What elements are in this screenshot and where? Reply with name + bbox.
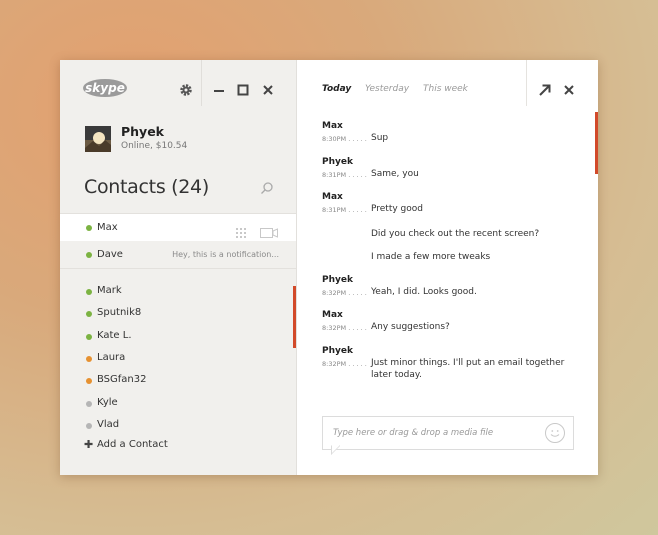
contact-item[interactable]: Mark	[60, 281, 296, 303]
contact-name: Kate L.	[97, 329, 132, 341]
minimize-icon[interactable]	[207, 78, 231, 102]
status-dot-online	[86, 252, 92, 258]
message-sender: Phyek	[322, 275, 353, 285]
message-text: later today.	[371, 370, 422, 380]
toolbar-divider	[201, 60, 202, 106]
skype-logo: skype	[82, 78, 128, 102]
avatar[interactable]	[85, 126, 111, 152]
contact-name: Mark	[97, 285, 122, 296]
contact-item[interactable]: BSGfan32	[60, 370, 296, 392]
contact-name: Kyle	[97, 396, 118, 408]
status-dot	[86, 333, 92, 340]
contacts-title: Contacts (24)	[84, 176, 209, 198]
contact-name: BSGfan32	[97, 374, 147, 386]
contact-item[interactable]: Sputnik8	[60, 303, 296, 325]
message-text: Same, you	[371, 169, 419, 179]
contact-name: Vlad	[97, 418, 120, 430]
message-timestamp: 8:30PM . . . . .	[322, 135, 367, 143]
message-timestamp: 8:31PM . . . . .	[322, 171, 367, 179]
message-timestamp: 8:32PM . . . . .	[322, 289, 367, 297]
video-call-icon[interactable]	[260, 223, 278, 242]
message-text: Sup	[371, 133, 389, 143]
message-sender: Phyek	[322, 157, 353, 167]
status-dot	[86, 289, 92, 295]
toolbar-divider	[526, 60, 527, 106]
message-input[interactable]: Type here or drag & drop a media file	[322, 416, 574, 450]
message-text: Did you check out the recent screen?	[371, 229, 540, 239]
status-dot	[86, 378, 92, 385]
status-dot	[86, 311, 92, 318]
status-dot-online	[86, 225, 92, 231]
search-icon[interactable]	[260, 180, 274, 199]
contact-name: Laura	[97, 351, 126, 363]
svg-text:skype: skype	[85, 81, 125, 95]
maximize-icon[interactable]	[231, 78, 255, 102]
message-text: Pretty good	[371, 204, 423, 214]
tab-today[interactable]: Today	[322, 84, 351, 94]
message-timestamp: 8:32PM . . . . .	[322, 324, 367, 332]
profile-status: Online, $10.54	[121, 141, 188, 151]
settings-gear-icon[interactable]	[174, 78, 198, 102]
chat-panel: Today Yesterday This week Max 8:30PM . . …	[297, 60, 598, 475]
popout-arrow-icon[interactable]	[533, 78, 557, 102]
contact-item[interactable]: Laura	[60, 348, 296, 370]
add-contact-label: Add a Contact	[97, 439, 168, 450]
plus-icon: ✚	[84, 438, 94, 451]
notification-preview: Hey, this is a notification...	[172, 250, 279, 259]
message-sender: Max	[322, 310, 343, 320]
skype-window: skype Phyek Online, $10.54 Contacts (24)…	[60, 60, 598, 475]
message-timestamp: 8:31PM . . . . .	[322, 206, 367, 214]
message-sender: Phyek	[322, 346, 353, 356]
message-text: I made a few more tweaks	[371, 252, 491, 262]
contact-row-dave[interactable]: Dave Hey, this is a notification...	[60, 241, 296, 269]
chat-scrollbar[interactable]	[595, 112, 598, 174]
message-timestamp: 8:32PM . . . . .	[322, 360, 367, 368]
status-dot	[86, 422, 92, 429]
close-icon[interactable]	[256, 78, 280, 102]
message-text: Any suggestions?	[371, 322, 450, 332]
contact-row-active[interactable]: Max	[60, 213, 296, 242]
dialpad-icon[interactable]	[236, 223, 246, 242]
contact-item[interactable]: Kate L.	[60, 326, 296, 348]
contact-item[interactable]: Kyle	[60, 393, 296, 415]
close-chat-icon[interactable]	[557, 78, 581, 102]
contacts-scrollbar[interactable]	[293, 286, 296, 348]
emoticon-icon[interactable]	[545, 423, 565, 443]
status-dot	[86, 355, 92, 362]
contact-name: Sputnik8	[97, 307, 142, 319]
message-input-placeholder: Type here or drag & drop a media file	[333, 428, 494, 438]
contact-item[interactable]: Vlad	[60, 415, 296, 437]
status-dot	[86, 400, 92, 407]
message-sender: Max	[322, 121, 343, 131]
contact-name: Max	[97, 222, 118, 233]
profile-name: Phyek	[121, 124, 164, 139]
message-text: Yeah, I did. Looks good.	[371, 287, 477, 297]
tab-this-week[interactable]: This week	[423, 84, 468, 94]
contact-name: Dave	[97, 249, 123, 260]
message-sender: Max	[322, 192, 343, 202]
tab-yesterday[interactable]: Yesterday	[365, 84, 409, 94]
contacts-panel: skype Phyek Online, $10.54 Contacts (24)…	[60, 60, 297, 475]
